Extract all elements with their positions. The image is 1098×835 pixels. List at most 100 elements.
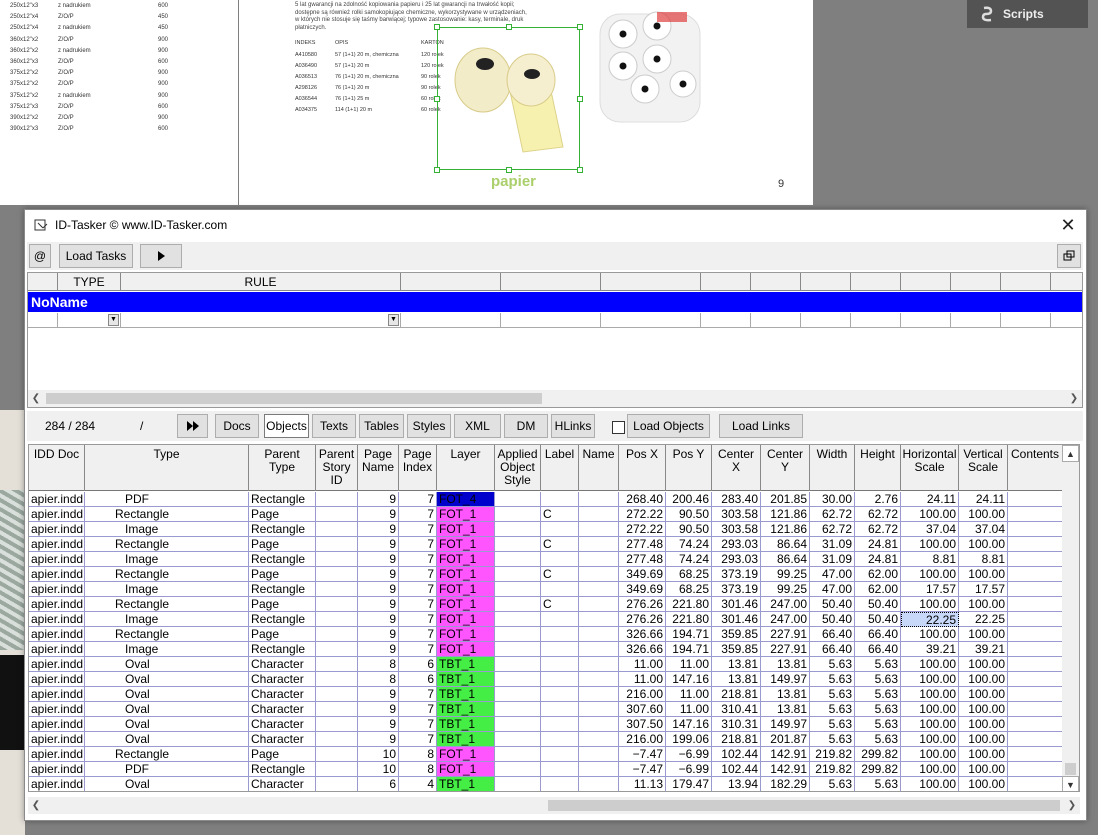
table-cell[interactable]: Character (249, 777, 316, 791)
table-cell[interactable]: 13.94 (712, 777, 761, 791)
table-cell[interactable]: −7.47 (619, 762, 666, 777)
table-cell[interactable] (495, 597, 541, 612)
table-cell[interactable]: 216.00 (619, 687, 666, 702)
table-cell[interactable]: 247.00 (761, 597, 810, 612)
table-cell[interactable]: Image (85, 642, 249, 657)
table-cell[interactable]: apier.indd (29, 717, 85, 732)
table-cell[interactable]: FOT_1 (437, 552, 495, 567)
scroll-left-icon[interactable]: ❮ (28, 390, 44, 407)
table-cell[interactable] (316, 537, 358, 552)
table-cell[interactable]: TBT_1 (437, 717, 495, 732)
table-cell[interactable] (1008, 717, 1063, 732)
rules-header-type[interactable]: TYPE (58, 273, 121, 291)
table-cell[interactable]: 100.00 (901, 732, 959, 747)
table-cell[interactable]: FOT_1 (437, 507, 495, 522)
table-cell[interactable]: apier.indd (29, 762, 85, 777)
table-row[interactable]: apier.indd PDF Rectangle 9 7 FOT_4 268.40 200.4… (29, 492, 1063, 507)
table-cell[interactable]: 7 (399, 507, 437, 522)
table-cell[interactable]: 200.46 (666, 492, 712, 507)
table-cell[interactable] (1008, 747, 1063, 762)
table-cell[interactable] (579, 762, 619, 777)
table-cell[interactable] (579, 627, 619, 642)
table-cell[interactable]: FOT_1 (437, 627, 495, 642)
table-cell[interactable]: FOT_1 (437, 597, 495, 612)
table-cell[interactable]: 9 (358, 582, 399, 597)
column-header-height[interactable]: Height (855, 445, 901, 491)
table-cell[interactable]: 283.40 (712, 492, 761, 507)
table-cell[interactable]: apier.indd (29, 747, 85, 762)
table-cell[interactable] (316, 687, 358, 702)
table-cell[interactable]: apier.indd (29, 642, 85, 657)
table-cell[interactable]: 5.63 (810, 657, 855, 672)
table-cell[interactable]: 13.81 (712, 672, 761, 687)
column-header-pos-y[interactable]: Pos Y (666, 445, 712, 491)
table-row[interactable]: apier.indd Oval Character 8 6 TBT_1 11.00 147.1… (29, 672, 1063, 687)
table-cell[interactable] (1008, 522, 1063, 537)
table-cell[interactable] (495, 522, 541, 537)
table-cell[interactable] (316, 732, 358, 747)
table-cell[interactable]: Oval (85, 657, 249, 672)
table-cell[interactable]: 121.86 (761, 507, 810, 522)
table-cell[interactable] (316, 597, 358, 612)
tab-tables-button[interactable]: Tables (359, 414, 404, 438)
table-cell[interactable] (1008, 672, 1063, 687)
table-cell[interactable] (316, 552, 358, 567)
table-cell[interactable]: 100.00 (959, 627, 1008, 642)
table-cell[interactable]: 102.44 (712, 762, 761, 777)
table-cell[interactable]: 299.82 (855, 762, 901, 777)
table-cell[interactable]: 218.81 (712, 732, 761, 747)
table-cell[interactable]: Rectangle (85, 507, 249, 522)
table-cell[interactable]: PDF (85, 492, 249, 507)
tab-xml-button[interactable]: XML (454, 414, 501, 438)
column-header-center-y[interactable]: Center Y (761, 445, 810, 491)
table-cell[interactable]: apier.indd (29, 537, 85, 552)
table-cell[interactable]: 39.21 (901, 642, 959, 657)
table-cell[interactable]: Image (85, 582, 249, 597)
table-cell[interactable]: 6 (399, 657, 437, 672)
table-cell[interactable]: Page (249, 537, 316, 552)
table-cell[interactable]: 31.09 (810, 552, 855, 567)
table-cell[interactable]: 5.63 (855, 702, 901, 717)
table-cell[interactable]: 99.25 (761, 567, 810, 582)
table-cell[interactable] (579, 747, 619, 762)
column-header-vertical-scale[interactable]: Vertical Scale (959, 445, 1008, 491)
table-cell[interactable]: 37.04 (959, 522, 1008, 537)
table-row[interactable]: apier.indd PDF Rectangle 10 8 FOT_1 −7.47 −6.99… (29, 762, 1063, 777)
run-button[interactable] (140, 244, 182, 268)
table-cell[interactable]: 22.25 (901, 612, 959, 627)
rule-rule-dropdown[interactable]: ▼ (121, 313, 401, 328)
table-cell[interactable] (541, 552, 579, 567)
table-cell[interactable]: 216.00 (619, 732, 666, 747)
table-cell[interactable]: C (541, 567, 579, 582)
tab-docs-button[interactable]: Docs (215, 414, 259, 438)
table-cell[interactable]: apier.indd (29, 597, 85, 612)
rule-type-dropdown[interactable]: ▼ (58, 313, 121, 328)
table-cell[interactable]: 47.00 (810, 582, 855, 597)
table-cell[interactable]: Image (85, 552, 249, 567)
table-cell[interactable] (1008, 552, 1063, 567)
column-header-name[interactable]: Name (579, 445, 619, 491)
table-cell[interactable]: Character (249, 657, 316, 672)
table-cell[interactable]: 9 (358, 567, 399, 582)
table-cell[interactable]: 100.00 (959, 672, 1008, 687)
table-cell[interactable] (579, 672, 619, 687)
column-header-pos-x[interactable]: Pos X (619, 445, 666, 491)
table-cell[interactable]: apier.indd (29, 732, 85, 747)
table-row[interactable]: apier.indd Rectangle Page 9 7 FOT_1 326.66 194.… (29, 627, 1063, 642)
table-cell[interactable]: 62.00 (855, 582, 901, 597)
table-cell[interactable]: 47.00 (810, 567, 855, 582)
table-cell[interactable] (316, 522, 358, 537)
table-cell[interactable]: 359.85 (712, 627, 761, 642)
rule-cell[interactable] (401, 313, 501, 328)
table-cell[interactable] (541, 717, 579, 732)
table-cell[interactable] (541, 627, 579, 642)
load-objects-checkbox[interactable] (612, 421, 625, 434)
table-cell[interactable]: 100.00 (901, 762, 959, 777)
table-cell[interactable] (316, 507, 358, 522)
tab-texts-button[interactable]: Texts (312, 414, 356, 438)
table-cell[interactable]: 201.85 (761, 492, 810, 507)
table-cell[interactable]: TBT_1 (437, 657, 495, 672)
table-cell[interactable] (541, 612, 579, 627)
table-cell[interactable]: 24.81 (855, 552, 901, 567)
rule-cell[interactable] (951, 313, 1001, 328)
